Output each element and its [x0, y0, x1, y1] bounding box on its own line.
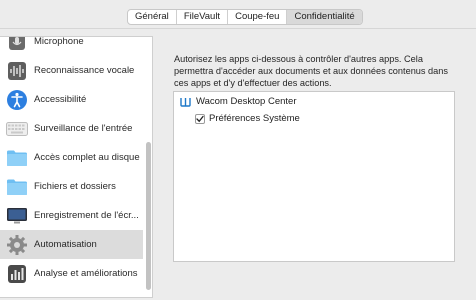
sidebar-item-label: Enregistrement de l'écr... [34, 210, 139, 221]
keyboard-icon [6, 118, 28, 140]
app-name: Préférences Système [209, 113, 300, 124]
app-row-wacom[interactable]: Wacom Desktop Center [180, 96, 297, 107]
wacom-icon [180, 96, 191, 107]
sidebar-item-label: Fichiers et dossiers [34, 181, 116, 192]
gear-icon [6, 234, 28, 256]
automation-description: Autorisez les apps ci-dessous à contrôle… [174, 54, 448, 88]
privacy-category-list: Microphone Reconnaissance vocale Accessi… [0, 36, 153, 298]
tab-filevault[interactable]: FileVault [177, 10, 229, 24]
folder-icon [6, 176, 28, 198]
sidebar-item-label: Surveillance de l'entrée [34, 123, 133, 134]
accessibility-icon [6, 89, 28, 111]
sidebar-item-files-folders[interactable]: Fichiers et dossiers [0, 172, 143, 201]
preferences-checkbox[interactable] [195, 113, 205, 124]
app-name: Wacom Desktop Center [196, 96, 297, 107]
app-row-system-preferences[interactable]: Préférences Système [195, 113, 300, 124]
folder-icon [6, 147, 28, 169]
sidebar-item-input-monitoring[interactable]: Surveillance de l'entrée [0, 114, 143, 143]
waveform-icon [6, 60, 28, 82]
chart-icon [6, 263, 28, 285]
sidebar-item-label: Accessibilité [34, 94, 87, 105]
sidebar-scrollbar[interactable] [146, 142, 151, 290]
tab-firewall[interactable]: Coupe-feu [228, 10, 288, 24]
display-icon [6, 205, 28, 227]
microphone-icon [6, 37, 28, 53]
tab-privacy[interactable]: Confidentialité [287, 10, 362, 24]
sidebar-item-label: Automatisation [34, 239, 97, 250]
sidebar-item-analytics[interactable]: Analyse et améliorations [0, 259, 143, 288]
tab-bar: Général FileVault Coupe-feu Confidential… [127, 9, 363, 25]
sidebar-item-label: Analyse et améliorations [34, 268, 138, 279]
sidebar-item-label: Microphone [34, 36, 84, 47]
sidebar-item-full-disk-access[interactable]: Accès complet au disque [0, 143, 143, 172]
sidebar-item-microphone[interactable]: Microphone [0, 36, 143, 56]
sidebar-item-label: Reconnaissance vocale [34, 65, 135, 76]
sidebar-item-speech-recognition[interactable]: Reconnaissance vocale [0, 56, 143, 85]
sidebar-item-automation[interactable]: Automatisation [0, 230, 143, 259]
automation-app-list: Wacom Desktop Center Préférences Système [173, 91, 455, 262]
sidebar-item-accessibility[interactable]: Accessibilité [0, 85, 143, 114]
sidebar-item-screen-recording[interactable]: Enregistrement de l'écr... [0, 201, 143, 230]
tab-general[interactable]: Général [128, 10, 177, 24]
sidebar-item-label: Accès complet au disque [34, 152, 140, 163]
